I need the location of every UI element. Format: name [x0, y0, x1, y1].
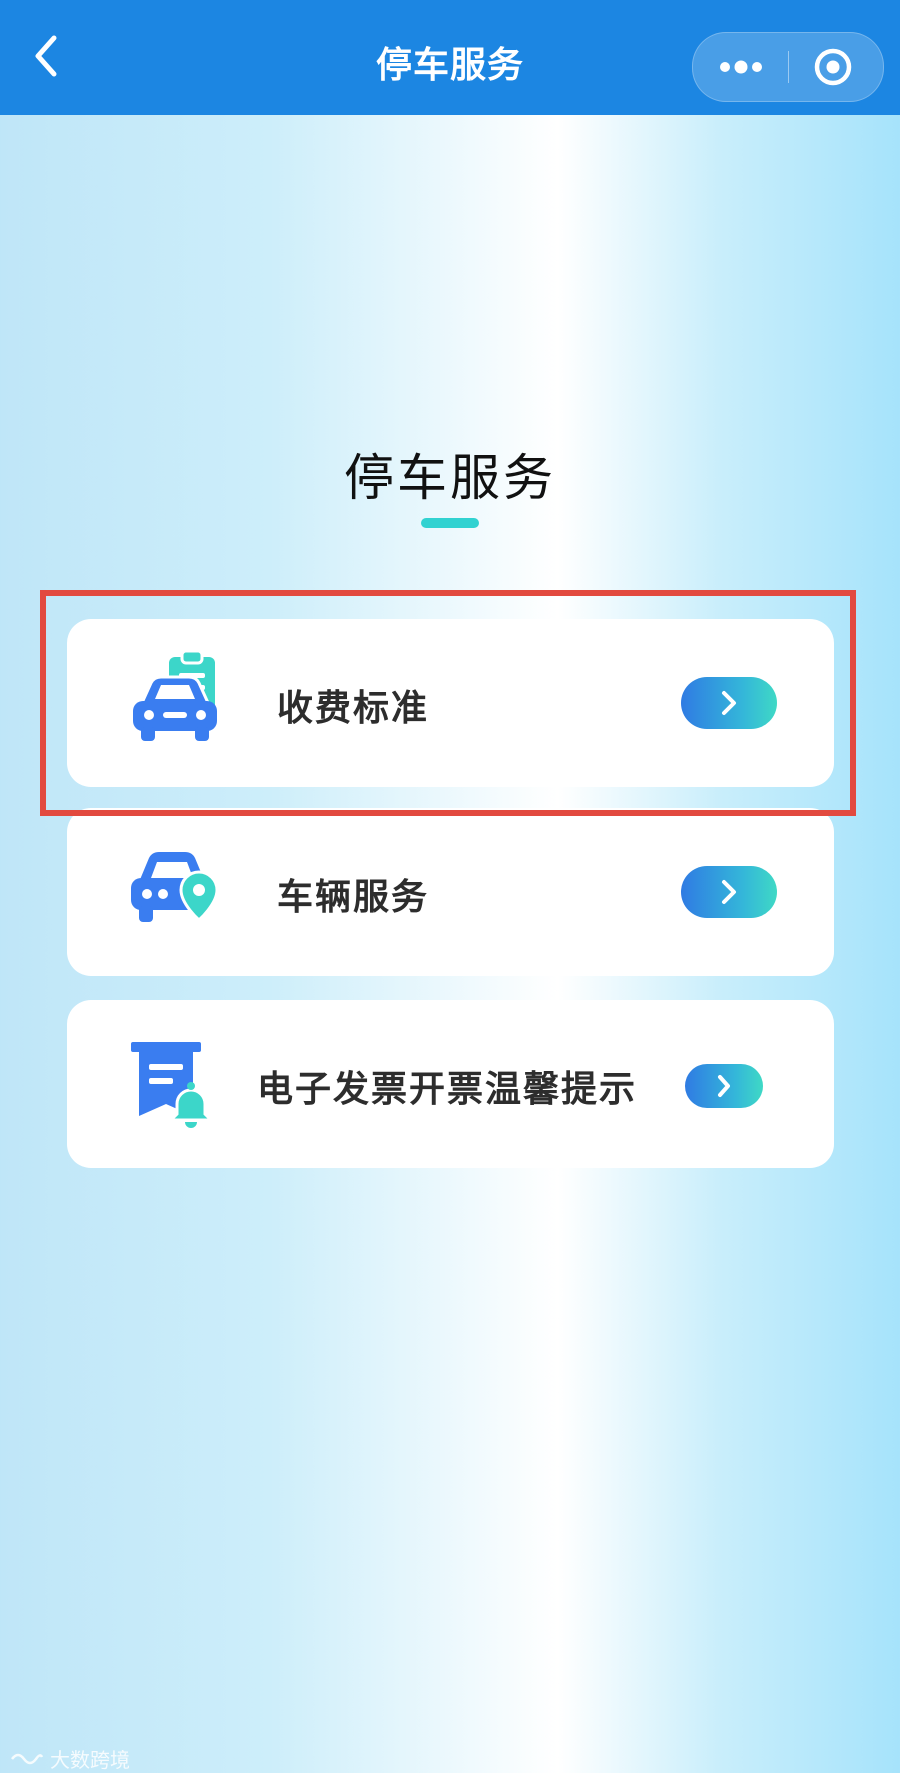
invoice-bell-icon [127, 1030, 223, 1130]
target-icon [814, 48, 852, 86]
more-dots-icon [720, 60, 762, 74]
highlight-box [40, 590, 856, 816]
card-label: 车辆服务 [277, 877, 430, 918]
heading-underline [421, 518, 479, 528]
nav-bar: 停车服务 [0, 0, 900, 115]
card-label: 电子发票开票温馨提示 [257, 1069, 638, 1110]
arrow-button[interactable] [685, 1064, 763, 1108]
arrow-button[interactable] [681, 866, 777, 918]
page-heading: 停车服务 [344, 449, 556, 507]
chevron-right-icon [722, 880, 736, 904]
logo-icon [11, 1753, 44, 1764]
close-program-button[interactable] [813, 47, 853, 87]
chevron-right-icon [718, 1075, 730, 1097]
watermark: 大数跨境 [10, 1744, 130, 1773]
service-card-vehicle-service[interactable]: 车辆服务 [67, 808, 834, 976]
watermark-text: 大数跨境 [50, 1748, 130, 1772]
car-location-icon [127, 838, 223, 938]
mini-program-capsule [692, 32, 884, 102]
more-button[interactable] [717, 52, 765, 82]
capsule-divider [788, 51, 789, 83]
service-card-invoice-tips[interactable]: 电子发票开票温馨提示 [67, 1000, 834, 1168]
